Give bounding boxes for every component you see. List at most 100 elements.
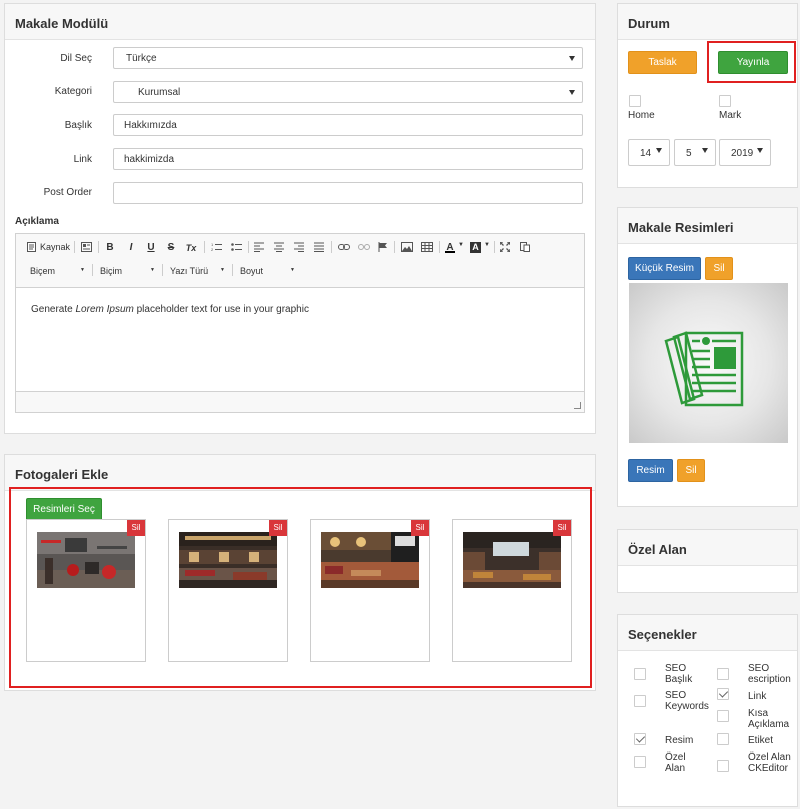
- post-order-input[interactable]: [113, 182, 583, 204]
- format-dropdown[interactable]: Biçim: [100, 266, 122, 276]
- resim-label: Resim: [665, 735, 694, 746]
- toolbar-separator: [162, 264, 163, 276]
- link-checkbox[interactable]: [717, 688, 729, 700]
- align-right-icon[interactable]: [294, 242, 304, 252]
- delete-photo-button[interactable]: Sil: [553, 520, 571, 536]
- editor-text-em: Lorem Ipsum: [75, 304, 134, 315]
- category-select[interactable]: Kurumsal: [113, 81, 583, 103]
- select-images-button[interactable]: Resimleri Seç: [26, 498, 102, 521]
- restaurant-photo-3: [321, 532, 419, 588]
- link-option-label: Link: [748, 691, 767, 702]
- bulleted-list-icon[interactable]: [231, 242, 242, 252]
- draft-button[interactable]: Taslak: [628, 51, 697, 74]
- day-select[interactable]: 14: [628, 139, 670, 166]
- delete-photo-button[interactable]: Sil: [127, 520, 145, 536]
- numbered-list-icon[interactable]: 12: [211, 242, 222, 252]
- mark-label: Mark: [719, 110, 742, 121]
- table-icon[interactable]: [421, 242, 433, 252]
- templates-icon[interactable]: [81, 242, 92, 252]
- aciklama-label: Açıklama: [15, 216, 59, 227]
- fotogaleri-panel-title: Fotogaleri Ekle: [5, 455, 595, 491]
- anchor-flag-icon[interactable]: [378, 242, 388, 252]
- baslik-label: Başlık: [64, 120, 92, 131]
- delete-photo-button[interactable]: Sil: [411, 520, 429, 536]
- seo-keywords-label: SEO Keywords: [665, 690, 709, 712]
- size-dropdown-arrow[interactable]: ▼: [290, 267, 295, 273]
- link-input[interactable]: hakkimizda: [113, 148, 583, 170]
- etiket-label: Etiket: [748, 735, 774, 746]
- gallery-photo-card: Sil: [310, 519, 430, 662]
- ozel-alan-checkbox[interactable]: [634, 756, 646, 768]
- editor-text-pre: Generate: [31, 304, 76, 315]
- rich-text-editor: Generate Lorem Ipsum placeholder text fo…: [15, 233, 585, 413]
- secenekler-title: Seçenekler: [618, 615, 797, 651]
- seo-description-checkbox[interactable]: [717, 668, 729, 680]
- background-color-button[interactable]: A: [470, 242, 481, 253]
- font-dropdown-arrow[interactable]: ▼: [220, 267, 225, 273]
- toolbar-separator: [204, 241, 205, 253]
- align-center-icon[interactable]: [274, 242, 284, 252]
- makale-resimleri-title: Makale Resimleri: [618, 208, 797, 244]
- ozel-alan-label: Özel Alan: [665, 752, 686, 774]
- strikethrough-button[interactable]: S: [166, 243, 176, 253]
- image-icon[interactable]: [401, 242, 413, 252]
- restaurant-photo-1: [37, 532, 135, 588]
- resim-checkbox[interactable]: [634, 733, 646, 745]
- delete-photo-button[interactable]: Sil: [269, 520, 287, 536]
- editor-text-post: placeholder text for use in your graphic: [133, 304, 309, 315]
- italic-button[interactable]: I: [126, 243, 136, 253]
- delete-small-image-button[interactable]: Sil: [705, 257, 733, 280]
- gallery-photo-card: Sil: [26, 519, 146, 662]
- kisa-aciklama-label: Kısa Açıklama: [748, 708, 790, 730]
- title-input[interactable]: Hakkımızda: [113, 114, 583, 136]
- align-justify-icon[interactable]: [314, 242, 324, 252]
- gallery-photo-card: Sil: [168, 519, 288, 662]
- month-select[interactable]: 5: [674, 139, 716, 166]
- small-image-button[interactable]: Küçük Resim: [628, 257, 701, 280]
- dil-sec-label: Dil Seç: [60, 53, 92, 64]
- remove-format-button[interactable]: Tx: [185, 243, 197, 253]
- delete-image-button[interactable]: Sil: [677, 459, 705, 482]
- unlink-icon[interactable]: [358, 243, 370, 251]
- align-left-icon[interactable]: [254, 242, 264, 252]
- bold-button[interactable]: B: [105, 243, 115, 253]
- show-blocks-icon[interactable]: [520, 242, 530, 252]
- year-select[interactable]: 2019: [719, 139, 771, 166]
- mark-checkbox[interactable]: [719, 95, 731, 107]
- language-select[interactable]: Türkçe: [113, 47, 583, 69]
- toolbar-separator: [439, 241, 440, 253]
- kategori-label: Kategori: [54, 86, 92, 97]
- restaurant-photo-2: [179, 532, 277, 588]
- source-button[interactable]: Kaynak: [40, 242, 70, 252]
- etiket-checkbox[interactable]: [717, 733, 729, 745]
- toolbar-separator: [74, 241, 75, 253]
- link-label: Link: [73, 154, 92, 165]
- home-checkbox[interactable]: [629, 95, 641, 107]
- maximize-icon[interactable]: [500, 242, 510, 252]
- ozel-alan-panel: Özel Alan: [617, 529, 798, 593]
- format-dropdown-arrow[interactable]: ▼: [150, 267, 155, 273]
- seo-keywords-checkbox[interactable]: [634, 695, 646, 707]
- size-dropdown[interactable]: Boyut: [240, 266, 263, 276]
- style-dropdown-arrow[interactable]: ▼: [80, 267, 85, 273]
- svg-text:2: 2: [211, 247, 214, 252]
- text-color-dropdown-icon[interactable]: ▼: [458, 242, 464, 248]
- link-icon[interactable]: [338, 243, 350, 251]
- resize-grip-icon[interactable]: [574, 402, 581, 409]
- makale-panel-title: Makale Modülü: [5, 4, 595, 40]
- editor-content[interactable]: Generate Lorem Ipsum placeholder text fo…: [16, 287, 584, 392]
- source-icon: [27, 242, 36, 252]
- font-dropdown[interactable]: Yazı Türü: [170, 266, 208, 276]
- image-button[interactable]: Resim: [628, 459, 673, 482]
- seo-baslik-checkbox[interactable]: [634, 668, 646, 680]
- kisa-aciklama-checkbox[interactable]: [717, 710, 729, 722]
- ozel-alan-title: Özel Alan: [618, 530, 797, 566]
- restaurant-photo-4: [463, 532, 561, 588]
- toolbar-separator: [331, 241, 332, 253]
- bg-color-dropdown-icon[interactable]: ▼: [484, 242, 490, 248]
- ozel-alan-ckeditor-checkbox[interactable]: [717, 760, 729, 772]
- text-color-button[interactable]: A: [445, 243, 455, 253]
- style-dropdown[interactable]: Biçem: [30, 266, 55, 276]
- underline-button[interactable]: U: [146, 243, 156, 253]
- publish-button[interactable]: Yayınla: [718, 51, 788, 74]
